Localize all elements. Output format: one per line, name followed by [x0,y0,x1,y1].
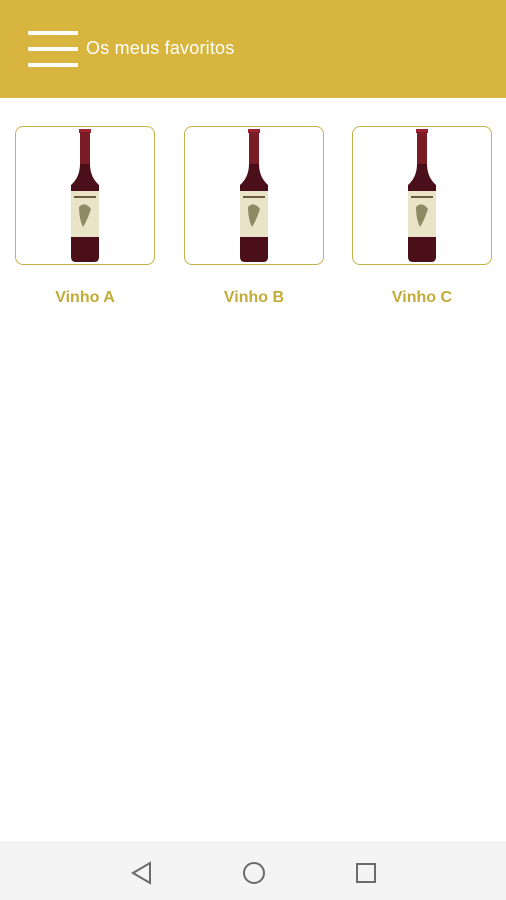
wine-bottle-icon [240,129,268,262]
app-header: Os meus favoritos [0,0,506,98]
hamburger-menu-icon[interactable] [28,31,78,67]
wine-name[interactable]: Vinho C [352,289,492,307]
wine-bottle-icon [71,129,99,262]
favorite-card[interactable]: Vinho A [15,126,157,306]
system-navigation-bar [0,842,506,900]
wine-name[interactable]: Vinho A [15,289,155,307]
wine-thumbnail[interactable] [15,126,155,265]
home-circle-icon[interactable] [240,859,268,887]
favorites-grid: Vinho A Vinho B Vinho C [0,126,506,326]
wine-thumbnail[interactable] [184,126,324,265]
wine-bottle-icon [408,129,436,262]
back-triangle-icon[interactable] [128,859,156,887]
recent-apps-square-icon[interactable] [352,859,380,887]
favorite-card[interactable]: Vinho B [184,126,326,306]
app-screen: Os meus favoritos Vinho A Vinho B Vinho … [0,0,506,900]
page-title: Os meus favoritos [86,38,235,58]
wine-thumbnail[interactable] [352,126,492,265]
favorite-card[interactable]: Vinho C [352,126,494,306]
wine-name[interactable]: Vinho B [184,289,324,307]
